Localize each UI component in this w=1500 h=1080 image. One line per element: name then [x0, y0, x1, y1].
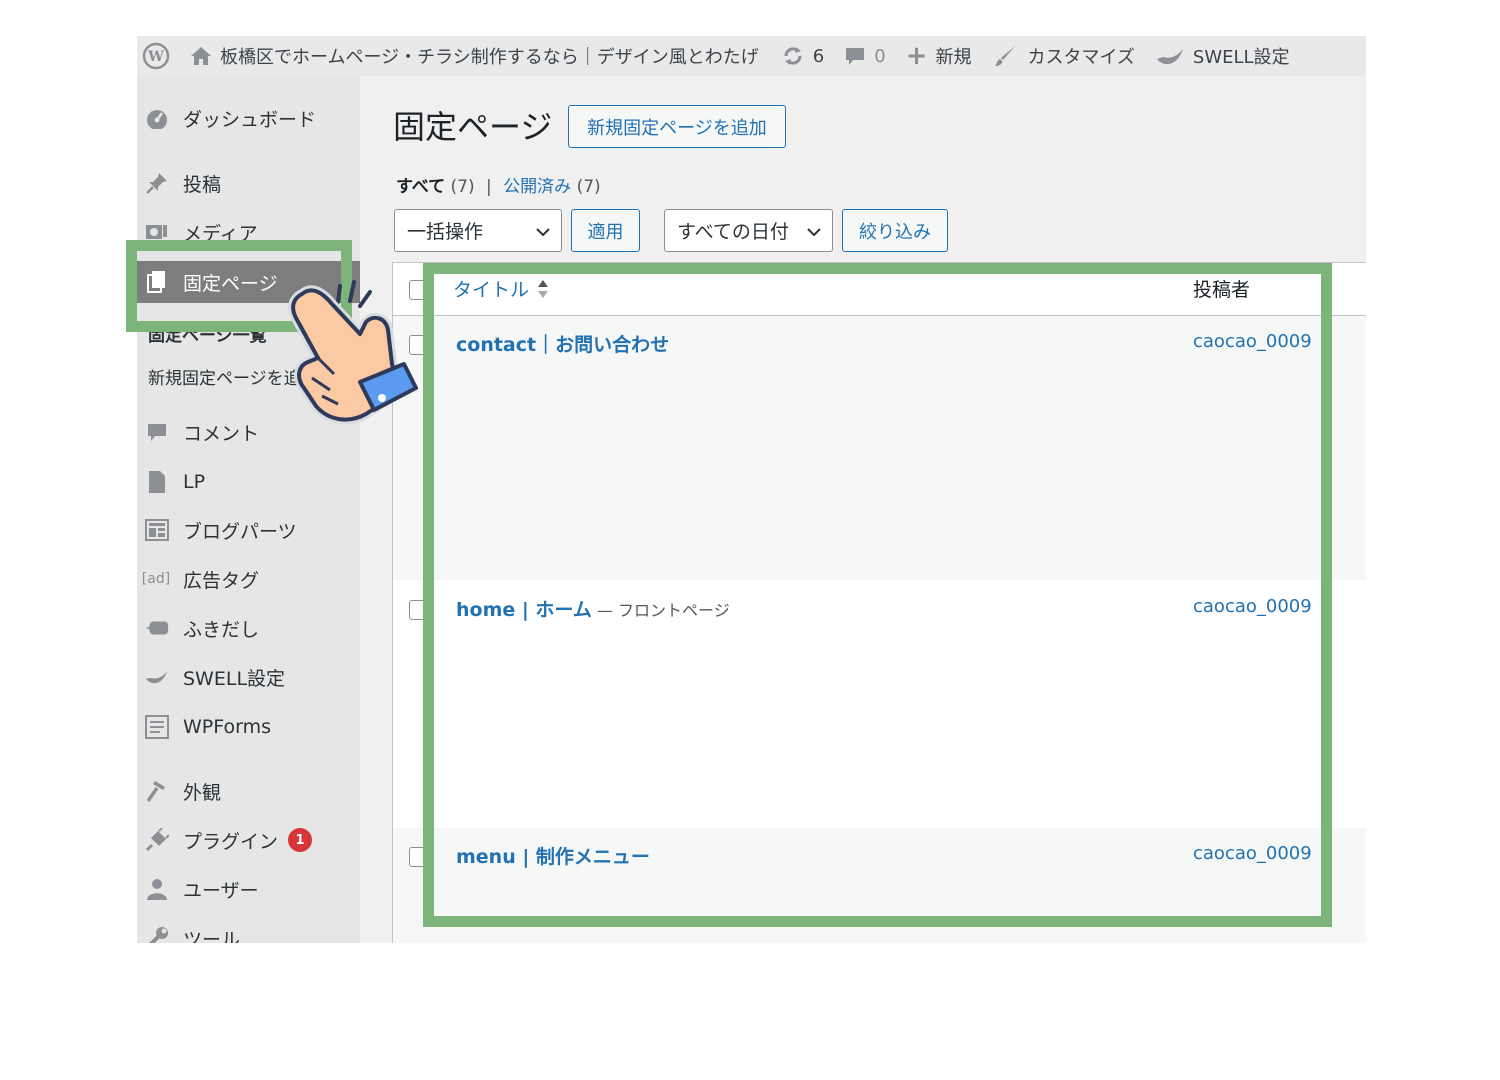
plus-icon: +	[905, 41, 928, 71]
menu-tools-label: ツール	[183, 928, 241, 944]
menu-dashboard[interactable]: ダッシュボード	[137, 98, 360, 138]
new-content-link[interactable]: + 新規	[906, 41, 972, 71]
admin-bar: W 板橋区でホームページ・チラシ制作するなら｜デザイン風とわたげ 6 0 + 新…	[137, 36, 1366, 76]
pointing-hand-icon	[288, 280, 418, 425]
layout-icon	[145, 519, 169, 541]
menu-blog-parts-label: ブログパーツ	[183, 520, 297, 543]
view-published-count: (7)	[576, 177, 601, 197]
balloon-icon	[145, 618, 169, 638]
menu-users[interactable]: ユーザー	[137, 869, 360, 909]
date-filter-select[interactable]: すべての日付	[664, 209, 833, 252]
menu-wpforms[interactable]: WPForms	[137, 707, 360, 747]
brush-icon	[993, 43, 1019, 69]
wordpress-icon: W	[142, 42, 170, 70]
menu-blog-parts[interactable]: ブログパーツ	[137, 510, 360, 550]
customize-link[interactable]: カスタマイズ	[993, 43, 1135, 69]
menu-lp[interactable]: LP	[137, 462, 360, 502]
menu-appearance-label: 外観	[183, 781, 222, 804]
customize-label: カスタマイズ	[1027, 47, 1135, 68]
menu-posts[interactable]: 投稿	[137, 163, 360, 203]
svg-text:W: W	[147, 49, 164, 65]
user-icon	[145, 877, 169, 901]
site-name-link[interactable]: 板橋区でホームページ・チラシ制作するなら｜デザイン風とわたげ	[190, 43, 759, 69]
comment-icon	[844, 45, 866, 67]
menu-balloon[interactable]: ふきだし	[137, 608, 360, 648]
view-all[interactable]: すべて	[396, 177, 445, 197]
pages-list-highlight	[423, 263, 1332, 927]
apply-button[interactable]: 適用	[571, 209, 640, 252]
wrench-icon	[145, 926, 169, 943]
swell-icon	[1155, 45, 1185, 67]
refresh-icon	[781, 44, 805, 68]
document-icon	[145, 470, 169, 494]
menu-appearance[interactable]: 外観	[137, 771, 360, 811]
menu-swell-label: SWELL設定	[183, 667, 286, 690]
comment-icon	[145, 421, 169, 443]
menu-lp-label: LP	[183, 471, 206, 493]
menu-plugins-label: プラグイン	[183, 830, 279, 853]
menu-ad-tag[interactable]: [ad] 広告タグ	[137, 559, 360, 599]
plugins-update-badge: 1	[288, 828, 313, 852]
wordpress-logo[interactable]: W	[142, 42, 170, 70]
hammer-icon	[145, 779, 169, 803]
menu-plugins[interactable]: プラグイン 1	[137, 820, 360, 860]
swell-settings-link[interactable]: SWELL設定	[1155, 43, 1290, 69]
page-title: 固定ページ	[393, 108, 553, 146]
form-icon	[145, 715, 169, 739]
status-views: すべて (7) | 公開済み (7)	[396, 172, 601, 197]
menu-balloon-label: ふきだし	[183, 618, 260, 641]
menu-dashboard-label: ダッシュボード	[183, 108, 317, 131]
view-published[interactable]: 公開済み	[503, 177, 571, 197]
view-all-count: (7)	[450, 177, 475, 197]
menu-wpforms-label: WPForms	[183, 716, 272, 738]
updates-count: 6	[812, 45, 825, 67]
pin-icon	[145, 171, 169, 195]
add-new-page-button[interactable]: 新規固定ページを追加	[568, 105, 786, 148]
view-separator: |	[486, 177, 492, 197]
chevron-down-icon	[806, 220, 822, 242]
chevron-down-icon	[535, 220, 551, 242]
menu-users-label: ユーザー	[183, 879, 259, 902]
ad-icon: [ad]	[141, 571, 171, 587]
new-label: 新規	[935, 47, 972, 68]
menu-swell[interactable]: SWELL設定	[137, 657, 360, 697]
plug-icon	[145, 828, 169, 852]
date-filter-value: すべての日付	[677, 221, 789, 243]
menu-posts-label: 投稿	[183, 173, 222, 196]
swell-icon	[145, 667, 169, 687]
updates-link[interactable]: 6	[781, 44, 824, 68]
menu-ad-tag-label: 広告タグ	[183, 569, 260, 592]
swell-label: SWELL設定	[1192, 47, 1290, 68]
menu-tools[interactable]: ツール	[137, 918, 360, 943]
home-icon	[190, 46, 212, 66]
bulk-action-value: 一括操作	[407, 221, 484, 243]
dashboard-icon	[145, 107, 169, 129]
site-name: 板橋区でホームページ・チラシ制作するなら｜デザイン風とわたげ	[220, 47, 759, 68]
filter-button[interactable]: 絞り込み	[842, 209, 948, 252]
comments-count: 0	[874, 45, 886, 67]
bulk-action-select[interactable]: 一括操作	[394, 209, 562, 252]
comments-link[interactable]: 0	[844, 45, 886, 67]
admin-sidebar: ダッシュボード 投稿 メディア 固定ページ 固定ページ一覧 新規固定ページを追加	[137, 76, 360, 943]
menu-comments-label: コメント	[183, 422, 260, 445]
